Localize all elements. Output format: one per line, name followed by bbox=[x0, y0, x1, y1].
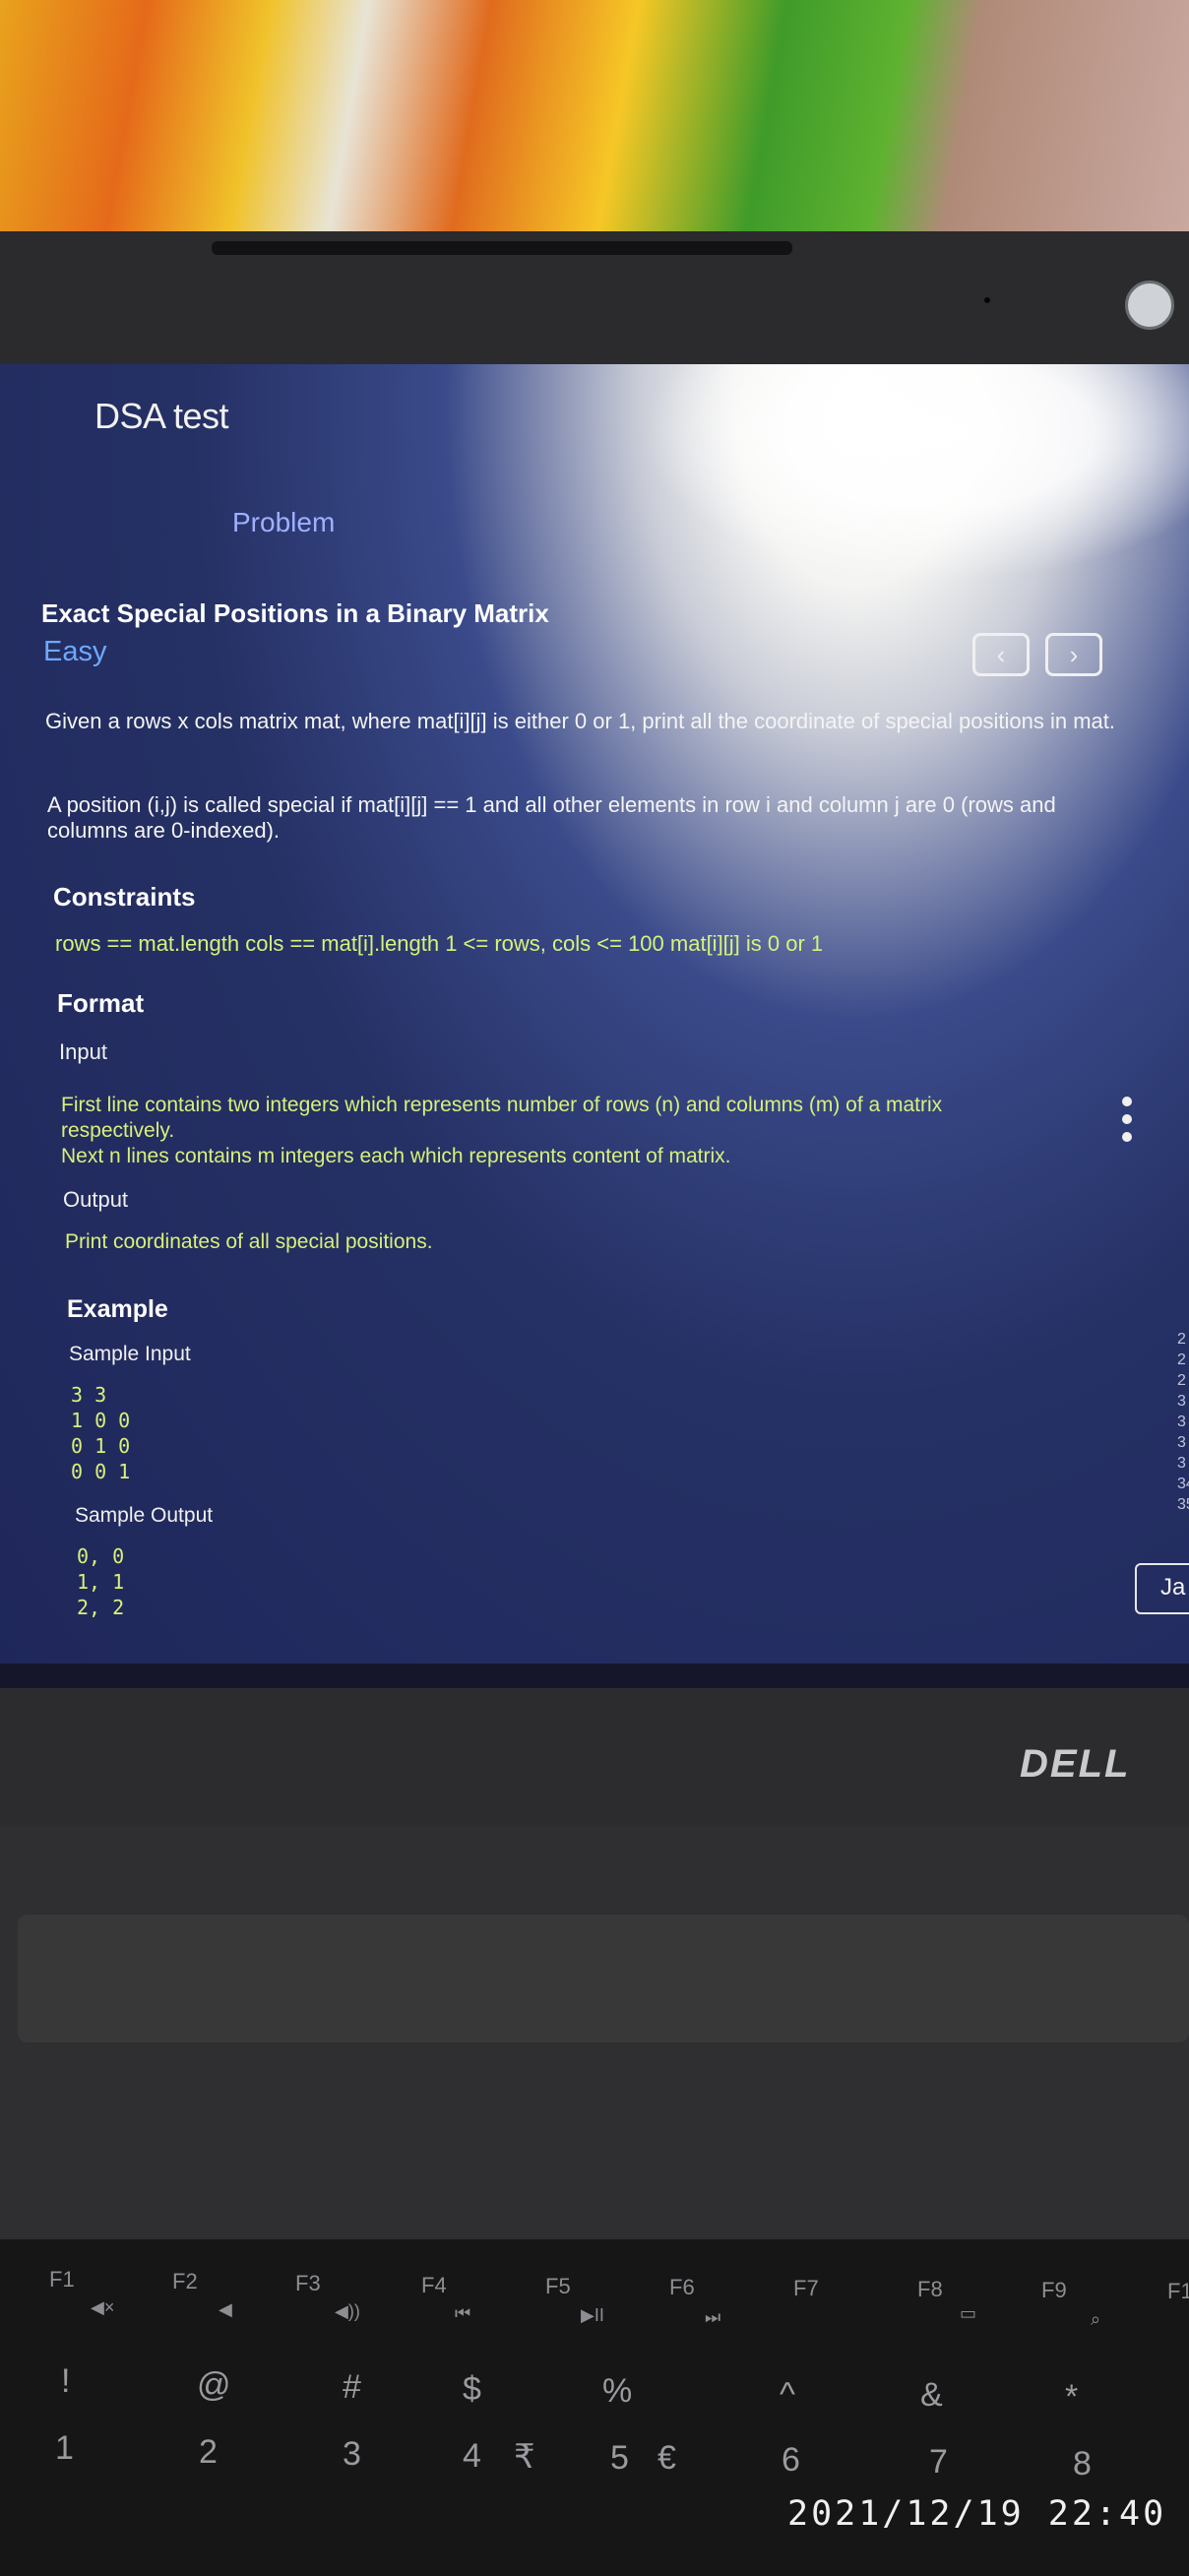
key-dollar[interactable]: $ bbox=[463, 2370, 481, 2409]
constraints-text: rows == mat.length cols == mat[i].length… bbox=[55, 931, 824, 956]
key-f8[interactable]: F8 bbox=[917, 2277, 943, 2302]
language-select-button[interactable]: Ja bbox=[1135, 1563, 1189, 1614]
line-number: 3 bbox=[1177, 1393, 1186, 1410]
line-number: 2 bbox=[1177, 1331, 1186, 1348]
screen-glare bbox=[640, 364, 1189, 581]
key-2[interactable]: 2 bbox=[199, 2433, 218, 2472]
laptop-screen: DSA test Problem Exact Special Positions… bbox=[0, 364, 1189, 1688]
problem-description: Given a rows x cols matrix mat, where ma… bbox=[45, 709, 1116, 733]
format-heading: Format bbox=[57, 988, 145, 1018]
sample-output-label: Sample Output bbox=[75, 1504, 214, 1527]
line-number: 3 bbox=[1177, 1414, 1186, 1430]
dell-logo: DELL bbox=[1020, 1742, 1131, 1786]
input-line: Next n lines contains m integers each wh… bbox=[61, 1145, 731, 1167]
key-f5[interactable]: F5 bbox=[545, 2274, 571, 2299]
sample-input-label: Sample Input bbox=[69, 1343, 191, 1365]
key-f4[interactable]: F4 bbox=[421, 2273, 447, 2298]
chevron-right-icon: › bbox=[1069, 639, 1079, 669]
display-switch-icon: ▭ bbox=[960, 2303, 977, 2323]
sample-output-line: 0, 0 bbox=[77, 1544, 125, 1568]
laptop-chin bbox=[0, 1688, 1189, 1826]
key-euro: € bbox=[657, 2439, 676, 2477]
key-f10[interactable]: F1 bbox=[1167, 2279, 1189, 2304]
more-options-icon[interactable] bbox=[1122, 1097, 1132, 1142]
example-heading: Example bbox=[67, 1295, 168, 1323]
key-f9[interactable]: F9 bbox=[1041, 2278, 1067, 2303]
key-f2[interactable]: F2 bbox=[172, 2269, 198, 2294]
lid-edge bbox=[212, 241, 792, 255]
volume-up-icon: ◀)) bbox=[335, 2301, 360, 2321]
key-6[interactable]: 6 bbox=[782, 2441, 800, 2480]
key-hash[interactable]: # bbox=[343, 2368, 361, 2407]
line-number: 2 bbox=[1177, 1372, 1186, 1389]
key-percent[interactable]: % bbox=[602, 2372, 632, 2411]
difficulty-badge: Easy bbox=[43, 636, 107, 667]
sample-input-block: 3 3 1 0 0 0 1 0 0 0 1 bbox=[71, 1382, 130, 1484]
blanket-background bbox=[0, 0, 1189, 231]
volume-down-icon: ◀ bbox=[219, 2299, 232, 2319]
sample-input-line: 0 1 0 bbox=[71, 1434, 131, 1458]
line-number: 34 bbox=[1177, 1476, 1189, 1492]
editor-line-numbers: 2 2 2 3 3 3 3 34 35 bbox=[1177, 1329, 1189, 1515]
next-track-icon: ⏭ bbox=[705, 2307, 721, 2327]
problem-description-special: A position (i,j) is called special if ma… bbox=[47, 792, 1056, 843]
sample-input-line: 3 3 bbox=[71, 1383, 107, 1407]
previous-track-icon: ⏮ bbox=[455, 2303, 471, 2323]
problem-title: Exact Special Positions in a Binary Matr… bbox=[41, 598, 549, 628]
line-number: 35 bbox=[1177, 1496, 1189, 1513]
key-4[interactable]: 4 bbox=[463, 2437, 481, 2476]
key-at[interactable]: @ bbox=[197, 2366, 231, 2405]
key-caret[interactable]: ^ bbox=[780, 2376, 795, 2415]
photo-timestamp: 2021/12/19 22:40 bbox=[787, 2494, 1167, 2534]
laptop-hinge bbox=[18, 1915, 1189, 2042]
input-description: First line contains two integers which r… bbox=[61, 1093, 1055, 1169]
key-asterisk[interactable]: * bbox=[1065, 2378, 1078, 2417]
screen-bottom-edge bbox=[0, 1664, 1189, 1688]
sample-input-line: 0 0 1 bbox=[71, 1460, 131, 1483]
chevron-left-icon: ‹ bbox=[996, 639, 1006, 669]
sample-output-line: 1, 1 bbox=[77, 1570, 125, 1594]
key-7[interactable]: 7 bbox=[929, 2443, 948, 2482]
play-pause-icon: ▶II bbox=[581, 2305, 604, 2325]
app-title: DSA test bbox=[94, 396, 229, 436]
key-f7[interactable]: F7 bbox=[793, 2276, 819, 2301]
next-problem-button[interactable]: › bbox=[1045, 633, 1102, 676]
constraints-heading: Constraints bbox=[53, 882, 196, 911]
key-f3[interactable]: F3 bbox=[295, 2271, 321, 2296]
key-1[interactable]: 1 bbox=[55, 2429, 74, 2468]
key-f6[interactable]: F6 bbox=[669, 2275, 695, 2300]
previous-problem-button[interactable]: ‹ bbox=[972, 633, 1030, 676]
sample-input-line: 1 0 0 bbox=[71, 1409, 131, 1432]
key-exclamation[interactable]: ! bbox=[61, 2362, 70, 2401]
output-label: Output bbox=[63, 1187, 129, 1212]
output-description: Print coordinates of all special positio… bbox=[65, 1230, 433, 1253]
line-number: 2 bbox=[1177, 1351, 1186, 1368]
search-icon: ⌕ bbox=[1091, 2309, 1101, 2329]
input-label: Input bbox=[59, 1039, 107, 1064]
key-8[interactable]: 8 bbox=[1073, 2445, 1092, 2483]
mute-icon: ◀× bbox=[91, 2297, 115, 2317]
camera-lens-icon bbox=[1125, 281, 1174, 330]
webcam-icon bbox=[984, 297, 990, 303]
key-3[interactable]: 3 bbox=[343, 2435, 361, 2474]
sample-output-line: 2, 2 bbox=[77, 1596, 125, 1619]
key-5[interactable]: 5 bbox=[610, 2439, 629, 2478]
key-ampersand[interactable]: & bbox=[920, 2376, 943, 2415]
key-f1[interactable]: F1 bbox=[49, 2267, 75, 2293]
key-rupee: ₹ bbox=[514, 2438, 535, 2476]
sample-output-block: 0, 0 1, 1 2, 2 bbox=[77, 1543, 124, 1620]
line-number: 3 bbox=[1177, 1434, 1186, 1451]
line-number: 3 bbox=[1177, 1455, 1186, 1472]
tab-problem[interactable]: Problem bbox=[232, 507, 335, 538]
input-line: First line contains two integers which r… bbox=[61, 1094, 943, 1142]
